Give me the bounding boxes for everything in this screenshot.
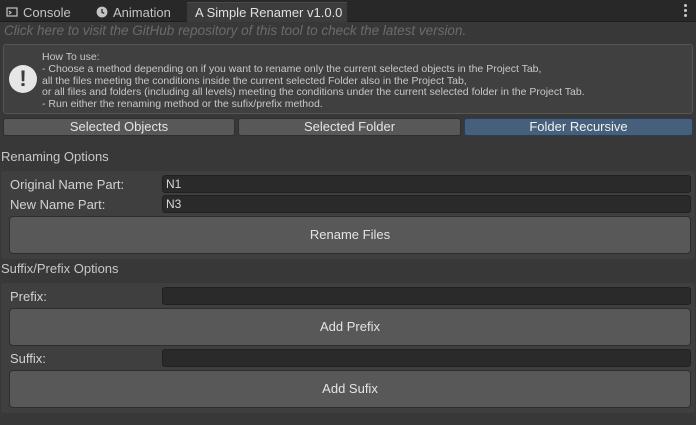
tab-simple-renamer-label: A Simple Renamer v1.0.0: [195, 5, 343, 20]
add-sufix-button[interactable]: Add Sufix: [9, 370, 691, 408]
prefix-label: Prefix:: [10, 289, 47, 304]
tab-console[interactable]: Console: [0, 2, 88, 22]
method-toolbar: Selected Objects Selected Folder Folder …: [3, 118, 693, 136]
tab-animation[interactable]: Animation: [90, 2, 186, 22]
original-name-field[interactable]: [162, 175, 691, 193]
tab-simple-renamer[interactable]: A Simple Renamer v1.0.0: [187, 2, 347, 22]
selected-folder-button[interactable]: Selected Folder: [238, 118, 461, 136]
help-line: - Choose a method depending on if you wa…: [42, 62, 542, 75]
renaming-options-panel: Original Name Part: New Name Part: Renam…: [1, 171, 695, 259]
folder-recursive-button[interactable]: Folder Recursive: [464, 118, 693, 136]
suffix-field[interactable]: [162, 349, 691, 367]
renaming-options-heading: Renaming Options: [1, 149, 109, 164]
editor-tab-bar: Console Animation A Simple Renamer v1.0.…: [0, 0, 696, 22]
rename-files-button[interactable]: Rename Files: [9, 216, 691, 254]
help-line: - Run either the renaming method or the …: [42, 98, 323, 111]
warning-icon: !: [9, 65, 37, 93]
help-box: ! How To use: - Choose a method dependin…: [3, 44, 693, 114]
help-text: How To use: - Choose a method depending …: [42, 51, 585, 111]
github-link[interactable]: Click here to visit the GitHub repositor…: [4, 23, 466, 38]
tab-animation-label: Animation: [113, 4, 171, 20]
suffix-prefix-options-heading: Suffix/Prefix Options: [1, 261, 119, 276]
animation-clock-icon: [96, 6, 108, 18]
original-name-label: Original Name Part:: [10, 177, 125, 192]
new-name-field[interactable]: [162, 195, 691, 213]
selected-objects-button[interactable]: Selected Objects: [3, 118, 235, 136]
tab-console-label: Console: [23, 4, 71, 20]
suffix-label: Suffix:: [10, 351, 46, 366]
console-icon: [6, 7, 18, 17]
suffix-prefix-panel: Prefix: Add Prefix Suffix: Add Sufix: [1, 283, 695, 413]
prefix-field[interactable]: [162, 287, 691, 305]
new-name-label: New Name Part:: [10, 197, 106, 212]
add-prefix-button[interactable]: Add Prefix: [9, 308, 691, 346]
more-options-icon[interactable]: [682, 3, 688, 19]
